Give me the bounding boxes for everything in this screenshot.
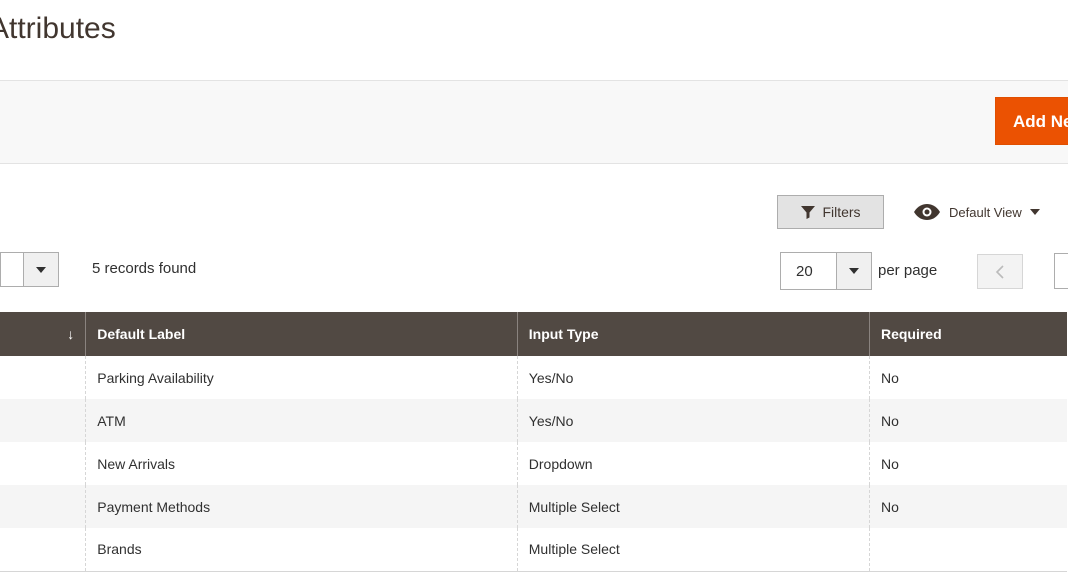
cell-input-type: Multiple Select: [516, 528, 870, 572]
per-page-toggle[interactable]: [836, 253, 871, 289]
filters-button[interactable]: Filters: [777, 195, 884, 229]
cell-required: [868, 528, 1067, 572]
sort-arrow-icon: ↓: [67, 326, 75, 342]
eye-icon: [914, 204, 940, 220]
filters-label: Filters: [822, 204, 861, 220]
attributes-grid: ↓ Default Label Input Type Required Park…: [0, 312, 1067, 572]
cell-code: [0, 485, 86, 528]
chevron-left-icon: [995, 264, 1004, 279]
caret-down-icon: [849, 268, 859, 274]
caret-down-icon: [1029, 209, 1040, 215]
column-header-input-type[interactable]: Input Type: [516, 312, 870, 356]
cell-code: [0, 356, 86, 399]
cell-default-label: Brands: [85, 528, 518, 572]
cell-required: No: [868, 485, 1067, 528]
add-new-attribute-button[interactable]: Add Ne: [995, 97, 1068, 145]
cell-required: No: [868, 442, 1067, 485]
cell-code: [0, 399, 86, 442]
table-row[interactable]: Brands Multiple Select: [0, 528, 1067, 572]
column-header-required[interactable]: Required: [868, 312, 1067, 356]
cell-input-type: Multiple Select: [516, 485, 870, 528]
cell-input-type: Dropdown: [516, 442, 870, 485]
page-number-input[interactable]: [1054, 253, 1068, 289]
records-found: 5 records found: [92, 260, 197, 277]
per-page-value: 20: [796, 263, 813, 280]
mass-actions-select[interactable]: [0, 252, 59, 287]
per-page-label: per page: [878, 262, 938, 279]
cell-code: [0, 442, 86, 485]
table-row[interactable]: New Arrivals Dropdown No: [0, 442, 1067, 485]
view-switcher[interactable]: Default View: [913, 200, 1040, 224]
per-page-select[interactable]: 20: [780, 252, 872, 290]
table-row[interactable]: ATM Yes/No No: [0, 399, 1067, 442]
caret-down-icon: [36, 266, 46, 273]
cell-input-type: Yes/No: [516, 356, 870, 399]
page-actions-bar: [0, 80, 1068, 164]
table-row[interactable]: Parking Availability Yes/No No: [0, 356, 1067, 399]
cell-default-label: New Arrivals: [85, 442, 518, 485]
cell-required: No: [868, 399, 1067, 442]
page-title: Attributes: [0, 12, 116, 45]
cell-default-label: Payment Methods: [85, 485, 518, 528]
table-row[interactable]: Payment Methods Multiple Select No: [0, 485, 1067, 528]
cell-input-type: Yes/No: [516, 399, 870, 442]
cell-required: No: [868, 356, 1067, 399]
mass-actions-toggle[interactable]: [23, 253, 58, 286]
cell-default-label: Parking Availability: [85, 356, 518, 399]
previous-page-button[interactable]: [977, 254, 1023, 289]
cell-code: [0, 528, 86, 572]
filter-icon: [801, 206, 816, 219]
column-header-code[interactable]: ↓: [0, 312, 86, 356]
view-label: Default View: [949, 204, 1022, 220]
cell-default-label: ATM: [85, 399, 518, 442]
column-header-default-label[interactable]: Default Label: [85, 312, 518, 356]
